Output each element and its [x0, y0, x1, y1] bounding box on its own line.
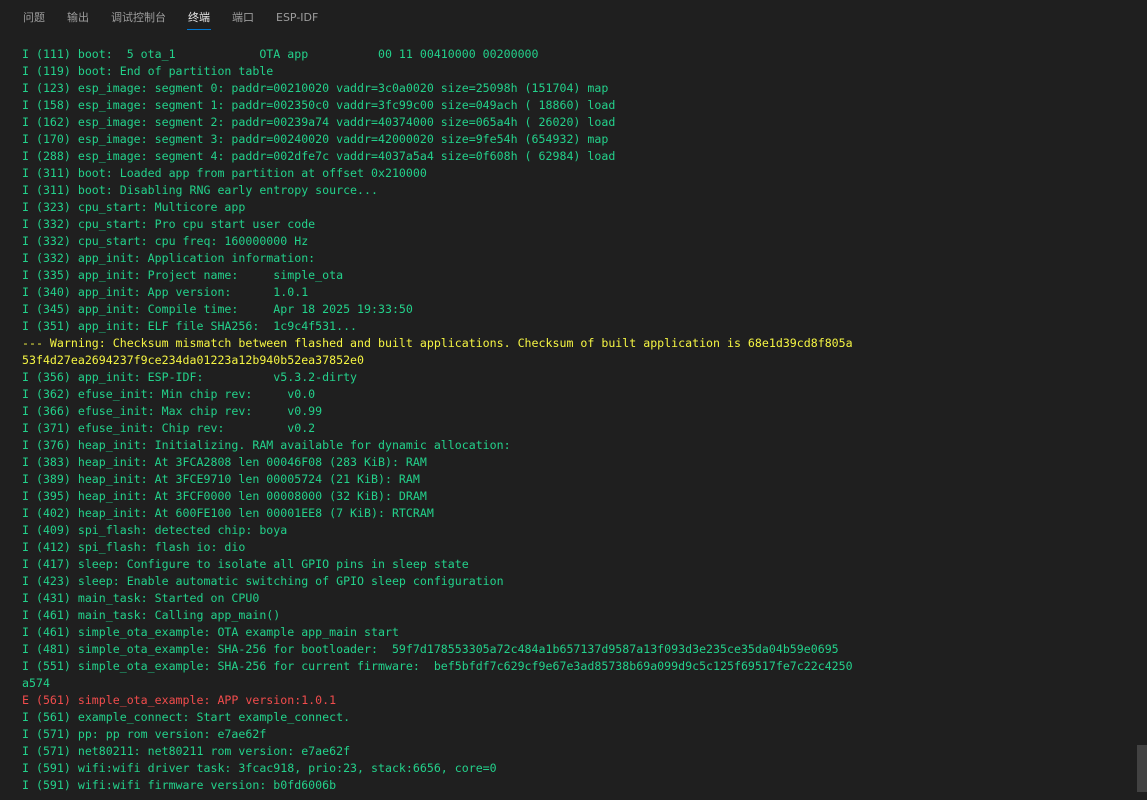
- terminal-line: I (162) esp_image: segment 2: paddr=0023…: [22, 115, 616, 129]
- terminal-line: I (311) boot: Disabling RNG early entrop…: [22, 183, 378, 197]
- terminal-line: I (591) wifi:wifi firmware version: b0fd…: [22, 778, 337, 792]
- terminal-line: I (288) esp_image: segment 4: paddr=002d…: [22, 149, 616, 163]
- terminal-line: I (383) heap_init: At 3FCA2808 len 00046…: [22, 455, 427, 469]
- terminal-line: I (340) app_init: App version: 1.0.1: [22, 285, 309, 299]
- terminal-line: I (111) boot: 5 ota_1 OTA app 00 11 0041…: [22, 47, 539, 61]
- terminal-line: I (123) esp_image: segment 0: paddr=0021…: [22, 81, 609, 95]
- terminal-line: I (389) heap_init: At 3FCE9710 len 00005…: [22, 472, 420, 486]
- tab-output[interactable]: 输出: [66, 0, 90, 36]
- terminal-line: I (551) simple_ota_example: SHA-256 for …: [22, 659, 853, 673]
- terminal-line: I (461) main_task: Calling app_main(): [22, 608, 281, 622]
- terminal-line: I (335) app_init: Project name: simple_o…: [22, 268, 344, 282]
- terminal-line: I (366) efuse_init: Max chip rev: v0.99: [22, 404, 323, 418]
- terminal-line: I (571) net80211: net80211 rom version: …: [22, 744, 351, 758]
- terminal-line: I (332) cpu_start: Pro cpu start user co…: [22, 217, 316, 231]
- terminal-line: I (417) sleep: Configure to isolate all …: [22, 557, 469, 571]
- terminal-line: I (431) main_task: Started on CPU0: [22, 591, 260, 605]
- terminal-line: I (461) simple_ota_example: OTA example …: [22, 625, 399, 639]
- terminal-line: I (395) heap_init: At 3FCF0000 len 00008…: [22, 489, 427, 503]
- terminal-line: I (591) wifi:wifi driver task: 3fcac918,…: [22, 761, 497, 775]
- terminal-line: I (119) boot: End of partition table: [22, 64, 274, 78]
- terminal-line: I (481) simple_ota_example: SHA-256 for …: [22, 642, 839, 656]
- tab-ports[interactable]: 端口: [231, 0, 255, 36]
- terminal-line: I (311) boot: Loaded app from partition …: [22, 166, 427, 180]
- terminal-line: 53f4d27ea2694237f9ce234da01223a12b940b52…: [22, 353, 365, 367]
- panel-tab-bar: 问题 输出 调试控制台 终端 端口 ESP-IDF: [0, 0, 1147, 36]
- terminal-line: I (423) sleep: Enable automatic switchin…: [22, 574, 504, 588]
- terminal-line: I (332) app_init: Application informatio…: [22, 251, 316, 265]
- terminal-output[interactable]: I (111) boot: 5 ota_1 OTA app 00 11 0041…: [22, 46, 1132, 800]
- tab-problems[interactable]: 问题: [22, 0, 46, 36]
- terminal-line: I (371) efuse_init: Chip rev: v0.2: [22, 421, 316, 435]
- tab-terminal[interactable]: 终端: [187, 0, 211, 36]
- terminal-line: I (376) heap_init: Initializing. RAM ava…: [22, 438, 511, 452]
- terminal-line: I (345) app_init: Compile time: Apr 18 2…: [22, 302, 413, 316]
- terminal-scrollbar[interactable]: [1137, 745, 1147, 792]
- tab-esp-idf[interactable]: ESP-IDF: [275, 0, 319, 36]
- terminal-line: I (409) spi_flash: detected chip: boya: [22, 523, 288, 537]
- terminal-line: I (158) esp_image: segment 1: paddr=0023…: [22, 98, 616, 112]
- terminal-line: I (332) cpu_start: cpu freq: 160000000 H…: [22, 234, 309, 248]
- terminal-line: I (571) pp: pp rom version: e7ae62f: [22, 727, 267, 741]
- tab-debug-console[interactable]: 调试控制台: [110, 0, 167, 36]
- terminal-line: I (356) app_init: ESP-IDF: v5.3.2-dirty: [22, 370, 358, 384]
- terminal-line: --- Warning: Checksum mismatch between f…: [22, 336, 853, 350]
- terminal-line: E (561) simple_ota_example: APP version:…: [22, 693, 337, 707]
- terminal-line: a574: [22, 676, 50, 690]
- terminal-line: I (561) example_connect: Start example_c…: [22, 710, 351, 724]
- terminal-line: I (323) cpu_start: Multicore app: [22, 200, 246, 214]
- terminal-line: I (412) spi_flash: flash io: dio: [22, 540, 246, 554]
- terminal-panel: 问题 输出 调试控制台 终端 端口 ESP-IDF I (111) boot: …: [0, 0, 1147, 800]
- terminal-line: I (170) esp_image: segment 3: paddr=0024…: [22, 132, 609, 146]
- terminal-line: I (402) heap_init: At 600FE100 len 00001…: [22, 506, 434, 520]
- terminal-line: I (351) app_init: ELF file SHA256: 1c9c4…: [22, 319, 358, 333]
- terminal-line: I (362) efuse_init: Min chip rev: v0.0: [22, 387, 316, 401]
